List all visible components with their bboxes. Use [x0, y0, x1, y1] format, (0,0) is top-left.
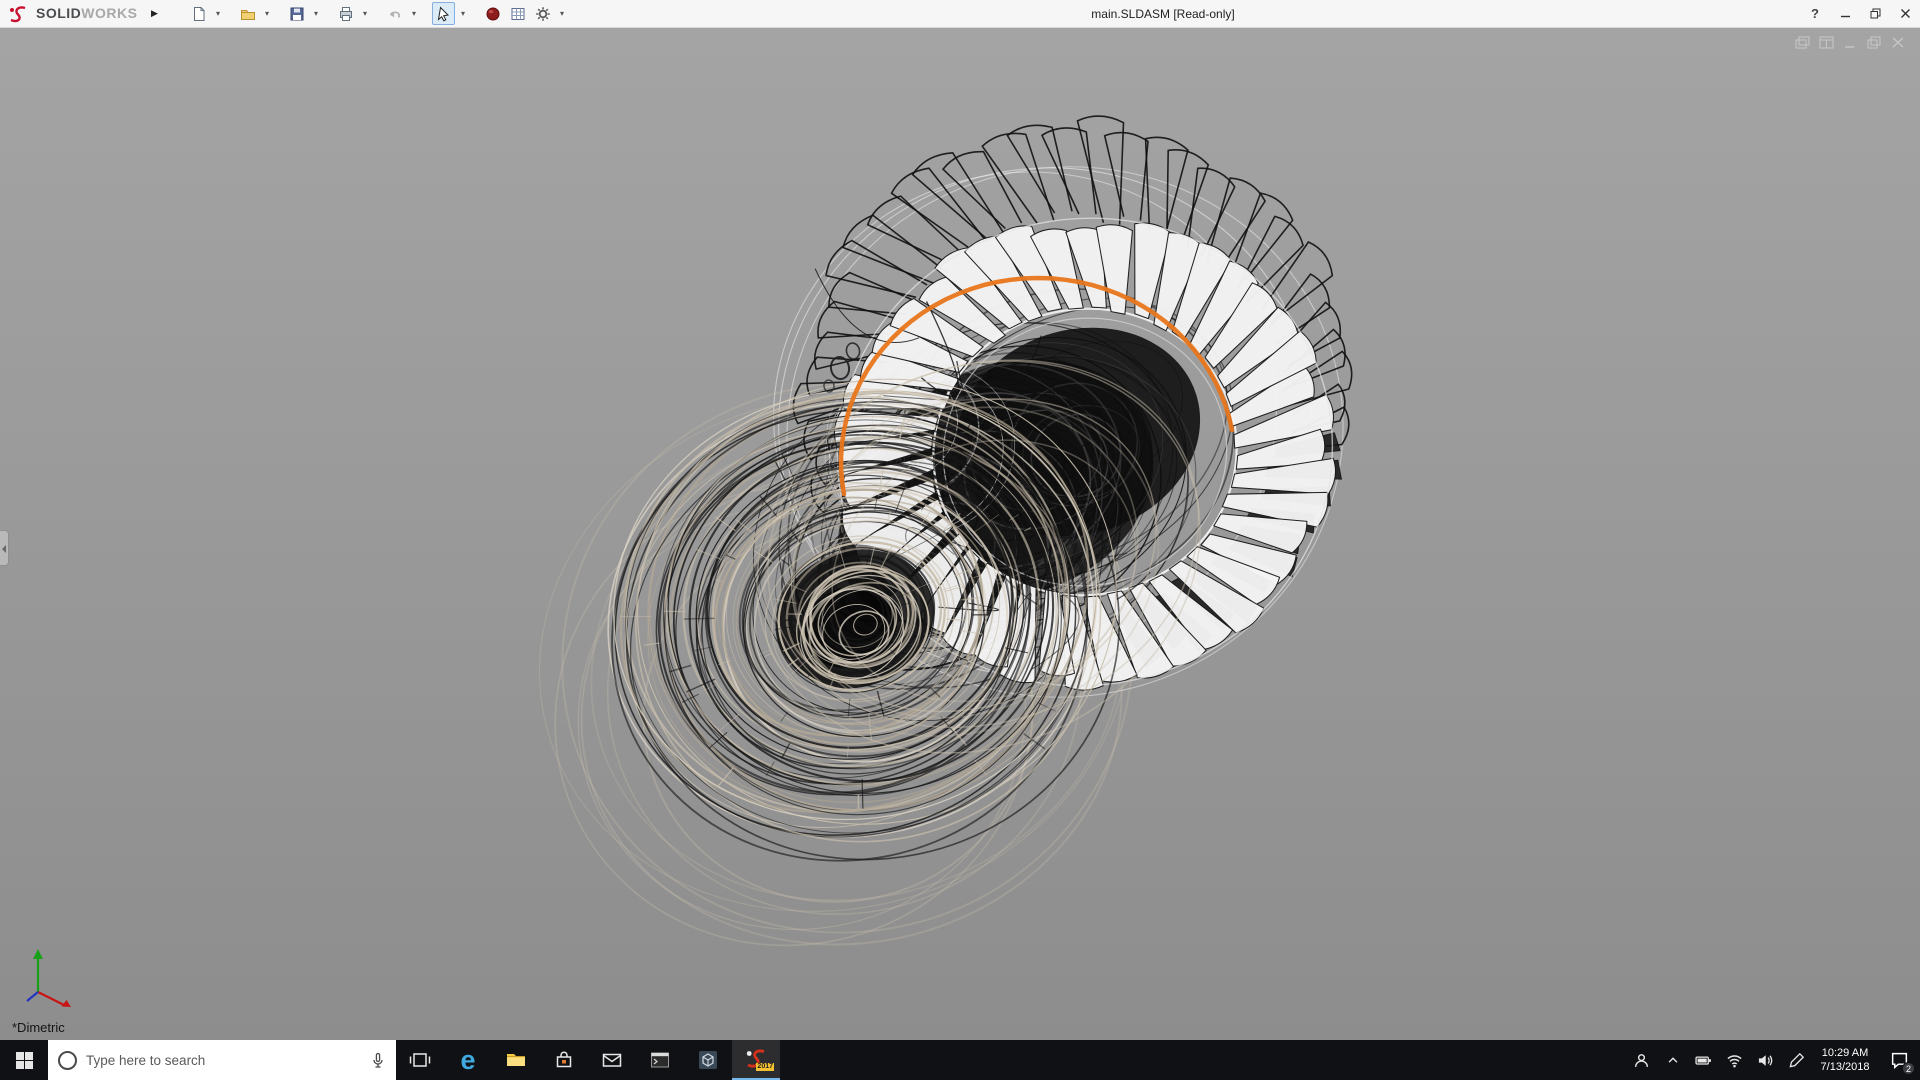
print-dropdown[interactable]: ▾: [359, 9, 370, 18]
people-button[interactable]: [1626, 1040, 1657, 1080]
select-tool-dropdown[interactable]: ▾: [457, 9, 468, 18]
taskbar-mail-button[interactable]: [588, 1040, 636, 1080]
doc-cascade-icon[interactable]: [1795, 36, 1810, 49]
feature-panel-collapse-tab[interactable]: [0, 530, 9, 566]
new-document-icon: [193, 6, 205, 21]
taskbar-terminal-button[interactable]: [636, 1040, 684, 1080]
red-sphere-icon: [486, 7, 500, 20]
orientation-triad: [26, 949, 71, 1007]
help-button[interactable]: ?: [1800, 0, 1830, 27]
notification-badge: 2: [1902, 1062, 1915, 1075]
action-center-button[interactable]: 2: [1878, 1040, 1920, 1080]
triad-z-axis: [26, 991, 39, 1002]
doc-restore-icon[interactable]: [1867, 36, 1882, 49]
pen-icon: [1789, 1052, 1804, 1068]
task-view-button[interactable]: [396, 1040, 444, 1080]
open-button[interactable]: [236, 2, 259, 25]
wifi-icon: [1727, 1054, 1742, 1067]
battery-status-button[interactable]: [1688, 1040, 1719, 1080]
people-icon: [1634, 1053, 1649, 1067]
speaker-icon: [1758, 1054, 1773, 1066]
doc-close-icon[interactable]: [1891, 36, 1906, 49]
options-dropdown[interactable]: ▾: [556, 9, 567, 18]
doc-tile-icon[interactable]: [1819, 36, 1834, 49]
windows-ink-button[interactable]: [1781, 1040, 1812, 1080]
network-status-button[interactable]: [1719, 1040, 1750, 1080]
document-title: main.SLDASM [Read-only]: [1091, 6, 1235, 21]
engine-assembly-wireframe[interactable]: [0, 28, 1920, 1040]
new-document-button[interactable]: [187, 2, 210, 25]
windows-logo-icon: [15, 1051, 33, 1069]
clock-time: 10:29 AM: [1821, 1047, 1869, 1059]
taskbar-solidworks-button[interactable]: 2017: [732, 1040, 780, 1080]
solidworks-ds-icon: [10, 5, 26, 22]
start-button[interactable]: [0, 1040, 48, 1080]
options-button[interactable]: [531, 2, 554, 25]
undo-icon: [390, 10, 400, 17]
taskbar-search[interactable]: [48, 1040, 396, 1080]
chevron-up-icon: [1668, 1057, 1677, 1063]
taskbar: e: [0, 1040, 1920, 1080]
brand-works-text: WORKS: [81, 4, 138, 21]
task-view-icon: [409, 1053, 431, 1067]
undo-dropdown[interactable]: ▾: [408, 9, 419, 18]
restore-icon: [1870, 8, 1880, 19]
minimize-icon: [1840, 15, 1850, 18]
brand-solid-text: SOLID: [36, 4, 82, 21]
edge-icon: e: [460, 1044, 476, 1075]
open-folder-icon: [240, 9, 255, 20]
triad-x-axis: [37, 991, 65, 1006]
taskbar-store-button[interactable]: [540, 1040, 588, 1080]
taskbar-file-explorer-button[interactable]: [492, 1040, 540, 1080]
tray-overflow-button[interactable]: [1657, 1040, 1688, 1080]
table-grid-icon: [511, 7, 525, 20]
volume-button[interactable]: [1750, 1040, 1781, 1080]
doc-minimize-icon[interactable]: [1843, 36, 1858, 49]
store-bag-icon: [556, 1051, 572, 1068]
minimize-button[interactable]: [1830, 0, 1860, 27]
clock-date: 7/13/2018: [1820, 1061, 1870, 1073]
taskbar-3d-app-button[interactable]: [684, 1040, 732, 1080]
titlebar: SOLIDWORKS ▶ ▾ ▾ ▾ ▾ ▾ ▾ ▾ main.SLDASM […: [0, 0, 1920, 28]
new-document-dropdown[interactable]: ▾: [212, 9, 223, 18]
properties-table-button[interactable]: [506, 2, 529, 25]
search-input[interactable]: [86, 1052, 361, 1068]
solidworks-logo: SOLIDWORKS: [0, 5, 137, 23]
save-floppy-icon: [290, 7, 304, 20]
window-controls: ?: [1800, 0, 1920, 27]
taskbar-edge-button[interactable]: e: [444, 1040, 492, 1080]
save-dropdown[interactable]: ▾: [310, 9, 321, 18]
close-button[interactable]: [1890, 0, 1920, 27]
print-button[interactable]: [334, 2, 357, 25]
mail-envelope-icon: [602, 1053, 622, 1067]
cube-app-icon: [699, 1051, 717, 1069]
select-tool-button[interactable]: [432, 2, 456, 25]
close-icon: [1900, 9, 1910, 18]
system-tray: 10:29 AM 7/13/2018 2: [1626, 1040, 1920, 1080]
terminal-window-icon: [651, 1052, 669, 1068]
microphone-icon[interactable]: [370, 1052, 386, 1069]
graphics-area[interactable]: *Dimetric: [0, 28, 1920, 1040]
print-icon: [339, 6, 352, 21]
cortana-icon: [58, 1050, 77, 1070]
file-explorer-icon: [507, 1054, 525, 1066]
battery-icon: [1695, 1055, 1711, 1065]
open-dropdown[interactable]: ▾: [261, 9, 272, 18]
restore-button[interactable]: [1860, 0, 1890, 27]
appearance-sphere-button[interactable]: [481, 2, 504, 25]
taskbar-clock[interactable]: 10:29 AM 7/13/2018: [1812, 1040, 1878, 1080]
view-orientation-label: *Dimetric: [12, 1020, 65, 1035]
save-button[interactable]: [285, 2, 308, 25]
gear-icon: [536, 6, 550, 21]
undo-button[interactable]: [383, 2, 406, 25]
document-window-controls: [1795, 36, 1906, 49]
menu-flyout-arrow[interactable]: ▶: [147, 8, 161, 19]
solidworks-year-badge: 2017: [756, 1063, 774, 1071]
standard-toolbar: ▾ ▾ ▾ ▾ ▾ ▾ ▾: [187, 2, 567, 25]
select-cursor-icon: [437, 5, 449, 21]
